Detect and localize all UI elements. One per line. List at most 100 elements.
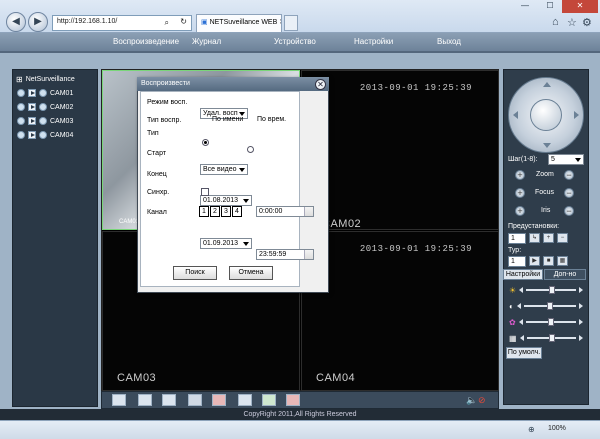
sync-label: Синхр. bbox=[147, 189, 170, 196]
close-window-button[interactable]: ✕ bbox=[562, 0, 598, 13]
camera-item-4[interactable]: CAM04 bbox=[17, 129, 73, 141]
play-icon[interactable] bbox=[28, 89, 36, 97]
mute-icon[interactable]: ⊘ bbox=[478, 395, 486, 406]
by-name-label: По имени bbox=[212, 116, 244, 123]
tour-stop-button[interactable]: ■ bbox=[543, 256, 554, 266]
slider-decrease-icon[interactable] bbox=[516, 303, 521, 309]
channel-button-2[interactable]: 2 bbox=[210, 206, 220, 217]
tab-close-icon[interactable]: ✕ bbox=[279, 19, 281, 26]
start-time-input[interactable]: 0:00:00 bbox=[256, 206, 314, 217]
zoom-out-button[interactable]: − bbox=[564, 170, 574, 180]
video-cell-cam04[interactable]: 2013-09-01 19:25:39 CAM04 bbox=[301, 231, 499, 391]
camera-item-label: CAM02 bbox=[50, 103, 74, 111]
slider-increase-icon[interactable] bbox=[579, 303, 583, 309]
video-cell-cam02[interactable]: 2013-09-01 19:25:39 CAM02 bbox=[301, 70, 499, 230]
address-bar[interactable]: http://192.168.1.10/ ⌕ ↻ bbox=[52, 15, 192, 31]
device-tree-root[interactable]: ⊞ NetSurveillance bbox=[16, 73, 75, 85]
ptz-down-arrow-icon[interactable] bbox=[543, 143, 551, 148]
play-icon[interactable] bbox=[28, 103, 36, 111]
defaults-button[interactable]: По умолч. bbox=[506, 347, 542, 359]
end-time-input[interactable]: 23:59:59 bbox=[256, 249, 314, 260]
channel-button-3[interactable]: 3 bbox=[221, 206, 231, 217]
tab-extra[interactable]: Доп-но bbox=[544, 269, 586, 280]
search-icon[interactable]: ⌕ bbox=[165, 18, 169, 28]
stop-record-icon[interactable] bbox=[212, 394, 226, 406]
browser-zoom-level[interactable]: 100% bbox=[548, 425, 566, 432]
ptz-step-select[interactable]: 5 bbox=[548, 154, 584, 165]
iris-close-button[interactable]: − bbox=[564, 206, 574, 216]
channel-button-4[interactable]: 4 bbox=[232, 206, 242, 217]
single-view-icon[interactable] bbox=[138, 394, 152, 406]
snapshot-icon[interactable] bbox=[238, 394, 252, 406]
slider-decrease-icon[interactable] bbox=[519, 335, 524, 341]
slider-increase-icon[interactable] bbox=[579, 335, 583, 341]
focus-near-button[interactable]: + bbox=[515, 188, 525, 198]
sync-checkbox[interactable] bbox=[201, 188, 209, 196]
play-icon[interactable] bbox=[28, 131, 36, 139]
stop-all-icon[interactable] bbox=[286, 394, 300, 406]
preset-add-button[interactable]: + bbox=[543, 233, 554, 243]
focus-far-button[interactable]: − bbox=[564, 188, 574, 198]
search-button[interactable]: Поиск bbox=[173, 266, 217, 280]
brightness-slider[interactable] bbox=[526, 286, 576, 294]
favorites-icon[interactable]: ☆ bbox=[567, 16, 577, 29]
ptz-left-arrow-icon[interactable] bbox=[513, 111, 518, 119]
audio-icon[interactable]: 🔈 bbox=[466, 395, 477, 406]
menu-settings[interactable]: Настройки bbox=[354, 37, 393, 46]
tab-settings[interactable]: Настройки bbox=[503, 269, 543, 280]
slider-increase-icon[interactable] bbox=[579, 319, 583, 325]
ptz-up-arrow-icon[interactable] bbox=[543, 82, 551, 87]
iris-open-button[interactable]: + bbox=[515, 206, 525, 216]
slider-decrease-icon[interactable] bbox=[519, 287, 524, 293]
slider-knob[interactable] bbox=[548, 318, 555, 326]
ptz-center-button[interactable] bbox=[530, 99, 562, 131]
video-cell-label: CAM03 bbox=[117, 372, 157, 384]
back-button[interactable]: ◀ bbox=[6, 12, 26, 32]
record-icon[interactable] bbox=[188, 394, 202, 406]
tour-grid-button[interactable]: ▦ bbox=[557, 256, 568, 266]
dialog-close-icon[interactable]: ✕ bbox=[315, 79, 326, 90]
tour-play-button[interactable]: ▶ bbox=[529, 256, 540, 266]
by-name-radio[interactable] bbox=[202, 139, 209, 146]
slider-increase-icon[interactable] bbox=[579, 287, 583, 293]
tab-title: NETSuveillance WEB bbox=[209, 19, 278, 26]
menu-playback[interactable]: Воспроизведение bbox=[113, 37, 179, 46]
refresh-icon[interactable]: ↻ bbox=[180, 17, 187, 26]
contrast-slider[interactable] bbox=[523, 302, 576, 310]
end-date-select[interactable]: 01.09.2013 bbox=[200, 238, 252, 249]
type-select[interactable]: Все видео bbox=[200, 164, 248, 175]
slider-knob[interactable] bbox=[547, 302, 554, 310]
camera-item-3[interactable]: CAM03 bbox=[17, 115, 73, 127]
ptz-right-arrow-icon[interactable] bbox=[574, 111, 579, 119]
preset-remove-button[interactable]: − bbox=[557, 233, 568, 243]
forward-button[interactable]: ▶ bbox=[28, 12, 48, 32]
play-icon[interactable] bbox=[28, 117, 36, 125]
saturation-slider[interactable] bbox=[525, 318, 576, 326]
home-icon[interactable]: ⌂ bbox=[552, 16, 559, 28]
menu-device[interactable]: Устройство bbox=[274, 37, 316, 46]
slider-knob[interactable] bbox=[548, 334, 555, 342]
fullscreen-icon[interactable] bbox=[112, 394, 126, 406]
by-time-radio[interactable] bbox=[247, 146, 254, 153]
browser-tab[interactable]: ▣ NETSuveillance WEB ✕ bbox=[196, 14, 282, 32]
channel-button-1[interactable]: 1 bbox=[199, 206, 209, 217]
preset-goto-button[interactable]: ↳ bbox=[529, 233, 540, 243]
quad-view-icon[interactable] bbox=[162, 394, 176, 406]
slider-knob[interactable] bbox=[548, 286, 555, 294]
maximize-button[interactable]: ☐ bbox=[538, 0, 562, 13]
cancel-button[interactable]: Отмена bbox=[229, 266, 273, 280]
zoom-in-button[interactable]: + bbox=[515, 170, 525, 180]
preset-input[interactable]: 1 bbox=[508, 233, 526, 244]
menu-exit[interactable]: Выход bbox=[437, 37, 461, 46]
hue-slider[interactable] bbox=[526, 334, 576, 342]
image-icon[interactable] bbox=[262, 394, 276, 406]
minimize-button[interactable]: — bbox=[512, 0, 538, 13]
slider-decrease-icon[interactable] bbox=[518, 319, 523, 325]
menu-log[interactable]: Журнал bbox=[192, 37, 221, 46]
tools-gear-icon[interactable]: ⚙ bbox=[582, 16, 592, 29]
new-tab-button[interactable] bbox=[284, 15, 298, 31]
start-date-select[interactable]: 01.08.2013 bbox=[200, 195, 252, 206]
camera-item-2[interactable]: CAM02 bbox=[17, 101, 73, 113]
camera-item-1[interactable]: CAM01 bbox=[17, 87, 73, 99]
tour-input[interactable]: 1 bbox=[508, 256, 526, 267]
